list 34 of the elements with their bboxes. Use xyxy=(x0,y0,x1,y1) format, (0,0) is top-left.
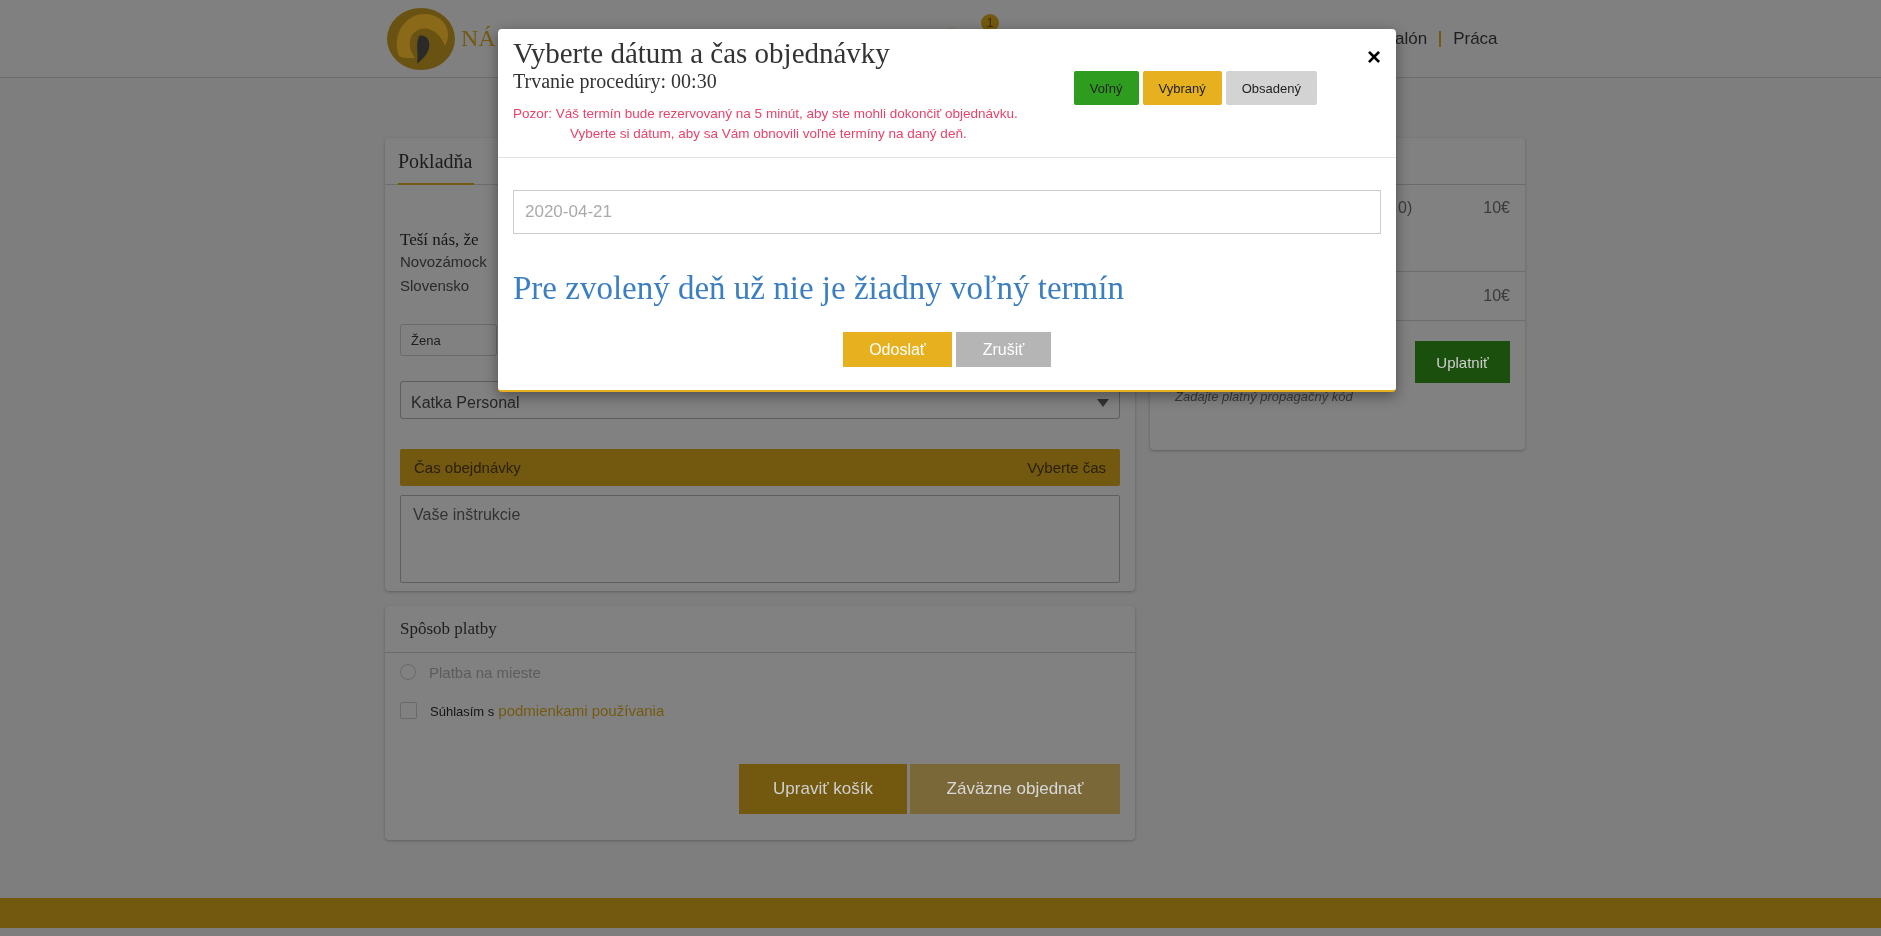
close-button[interactable]: × xyxy=(1367,43,1381,71)
address-line: Slovensko xyxy=(400,276,470,296)
instructions-field[interactable]: Vaše inštrukcie xyxy=(400,495,1120,583)
apply-button[interactable]: Uplatniť xyxy=(1415,341,1510,383)
promo-hint: Zadajte platný propagačný kód xyxy=(1175,389,1353,404)
greeting-text: Teší nás, že xyxy=(400,230,479,250)
modal-title: Vyberte dátum a čas objednávky xyxy=(513,37,890,70)
warning-text: Pozor: Váš termín bude rezervovaný na 5 minút, aby ste mohli dokončiť objednávku. xyxy=(513,105,1018,123)
warning-text: Vyberte si dátum, aby sa Vám obnovili voľné termíny na daný deň. xyxy=(569,125,967,143)
caret-icon xyxy=(1097,399,1109,407)
nav-link[interactable]: Práca xyxy=(1453,28,1498,49)
cancel-button[interactable]: Zrušiť xyxy=(956,332,1051,367)
logo-icon[interactable] xyxy=(385,5,457,72)
duration-text: Trvanie procedúry: 00:30 xyxy=(513,70,717,93)
time-bar[interactable]: Čas obejdnávky Vyberte čas xyxy=(400,449,1120,486)
card-title: Spôsob platby xyxy=(385,606,1135,653)
legend-chip: Obsadený xyxy=(1225,71,1317,105)
time-action[interactable]: Vyberte čas xyxy=(1027,459,1106,476)
no-slots-message: Pre zvolený deň už nie je žiadny voľný termín xyxy=(513,269,1124,307)
date-field[interactable]: 2020-04-21 xyxy=(513,190,1381,234)
consent-label: Súhlasím s xyxy=(430,703,495,719)
edit-cart-button[interactable]: Upraviť košík xyxy=(739,764,907,814)
gender-select[interactable]: Žena xyxy=(400,324,497,356)
logo-text: NÁ xyxy=(461,25,496,52)
time-label: Čas obejdnávky xyxy=(414,459,521,476)
nav-link[interactable]: alón xyxy=(1395,28,1428,49)
address-line: Novozámock xyxy=(400,252,487,272)
legend-chip: Vybraný xyxy=(1142,71,1222,105)
item-price: 10€ xyxy=(1483,199,1510,218)
legend-chip: Voľný xyxy=(1073,71,1139,105)
total-price: 10€ xyxy=(1483,287,1510,305)
submit-button[interactable]: Odoslať xyxy=(843,332,952,367)
card-title: Pokladňa xyxy=(398,150,475,185)
item-name: 0) xyxy=(1398,199,1413,218)
